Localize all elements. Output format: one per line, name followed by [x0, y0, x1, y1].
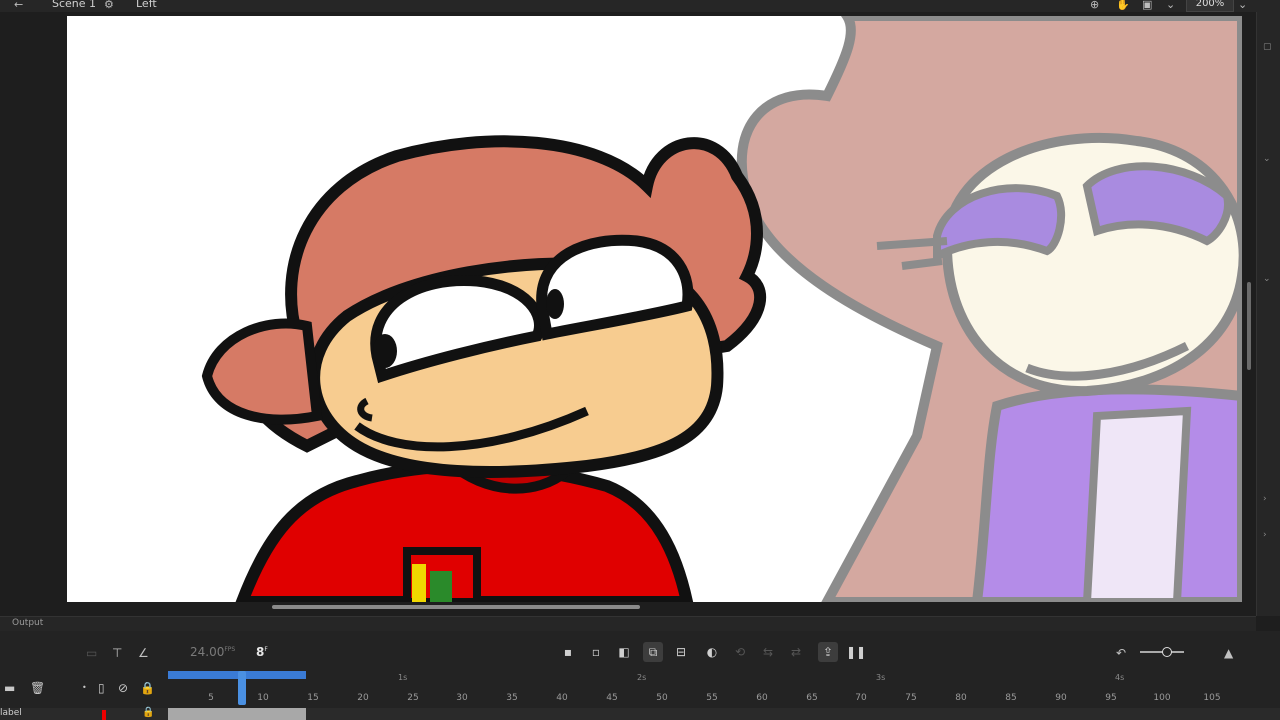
ruler-tick: 75 [905, 693, 917, 703]
properties-panel-collapsed: ▢ ⌄ ⌄ › › [1256, 12, 1280, 616]
layer-frames-span[interactable] [168, 708, 306, 720]
layer-lock-icon[interactable]: 🔒 [142, 707, 154, 718]
ruler-tick: 100 [1153, 693, 1171, 703]
ruler-tick: 55 [706, 693, 718, 703]
stage-canvas[interactable] [67, 16, 1242, 602]
fps-readout[interactable]: 24.00FPS [190, 645, 235, 659]
hand-tool-icon[interactable]: ✋ [1116, 0, 1130, 11]
frame-range-bar[interactable] [168, 671, 306, 679]
second-mark: 1s [398, 673, 408, 682]
clip-content-icon[interactable]: ▣ [1142, 0, 1152, 11]
edit-bar: ← Scene 1 ⚙ Left ⊕ ✋ ▣ ⌄ 200% ⌄ [0, 0, 1280, 12]
current-frame-readout[interactable]: 8F [256, 645, 268, 659]
timeline-zoom-knob[interactable] [1162, 647, 1172, 657]
back-arrow-icon[interactable]: ← [14, 0, 23, 11]
timeline-zoom-mountain-icon[interactable]: ▲ [1224, 646, 1233, 660]
output-panel-header[interactable]: Output [0, 616, 1256, 632]
ruler-tick: 70 [855, 693, 867, 703]
playhead[interactable] [238, 671, 246, 705]
left-character-badge-yellow [412, 564, 426, 602]
layer-name[interactable]: label [0, 708, 22, 718]
layer-row[interactable]: label 🔒 [0, 707, 1280, 720]
stage-vertical-scrollbar[interactable] [1247, 282, 1251, 370]
timeline-ruler[interactable]: 1s 2s 3s 4s 5 10 15 20 25 30 35 40 45 50… [168, 671, 1256, 705]
insert-keyframe-button[interactable]: ▪ [558, 642, 578, 662]
visibility-off-icon[interactable]: ⊘ [118, 681, 128, 695]
panel-chevron-icon[interactable]: ⌄ [1263, 154, 1271, 164]
panel-chevron-icon[interactable]: ⌄ [1263, 274, 1271, 284]
layer-color-swatch[interactable] [102, 710, 106, 720]
ruler-tick: 90 [1055, 693, 1067, 703]
edit-multiple-frames-button[interactable]: ⧉ [643, 642, 663, 662]
step-back-button[interactable]: ⇆ [758, 642, 778, 662]
graph-icon[interactable]: ∠ [138, 646, 149, 660]
symbol-breadcrumb[interactable]: Left [136, 0, 157, 10]
ruler-tick: 95 [1105, 693, 1117, 703]
fps-unit: FPS [224, 646, 236, 653]
pause-button[interactable]: ❚❚ [846, 642, 866, 662]
ruler-tick: 25 [407, 693, 419, 703]
left-character-ear [201, 318, 323, 425]
ruler-tick: 20 [357, 693, 369, 703]
zoom-dropdown-icon[interactable]: ⌄ [1238, 0, 1247, 11]
layer-parenting-icon[interactable]: ⊤ [112, 646, 122, 660]
right-character-shirt [1082, 406, 1192, 602]
camera-icon[interactable]: ▭ [86, 646, 97, 660]
insert-frame-button[interactable]: ◧ [614, 642, 634, 662]
left-character-pupil-left [373, 334, 397, 368]
panel-chevron-right-icon[interactable]: › [1263, 530, 1267, 540]
loop-button[interactable]: ⇪ [818, 642, 838, 662]
ruler-tick: 30 [456, 693, 468, 703]
new-folder-icon[interactable]: ▬ [4, 681, 15, 695]
chevron-down-icon[interactable]: ⌄ [1166, 0, 1175, 11]
panel-chevron-right-icon[interactable]: › [1263, 494, 1267, 504]
ruler-tick: 15 [307, 693, 319, 703]
ruler-tick: 105 [1203, 693, 1221, 703]
second-mark: 2s [637, 673, 647, 682]
stage-artwork [201, 16, 1242, 602]
ruler-tick: 80 [955, 693, 967, 703]
ruler-tick: 60 [756, 693, 768, 703]
ruler-tick: 50 [656, 693, 668, 703]
go-to-first-frame-button[interactable]: ⟲ [730, 642, 750, 662]
output-panel-title: Output [12, 618, 44, 628]
ruler-tick: 5 [208, 693, 214, 703]
ruler-tick: 65 [806, 693, 818, 703]
left-character-badge-green [430, 571, 452, 602]
ruler-tick: 35 [506, 693, 518, 703]
center-stage-icon[interactable]: ⊕ [1090, 0, 1099, 11]
tween-button[interactable]: ⊟ [671, 642, 691, 662]
second-mark: 3s [876, 673, 886, 682]
left-character-pupil-right [546, 289, 564, 319]
stage-horizontal-scrollbar[interactable] [272, 605, 640, 609]
ruler-tick: 45 [606, 693, 618, 703]
delete-layer-icon[interactable]: 🗑 [30, 681, 45, 695]
scene-breadcrumb[interactable]: Scene 1 [52, 0, 96, 10]
ruler-tick: 40 [556, 693, 568, 703]
symbol-icon: ⚙ [104, 0, 114, 11]
fps-value: 24.00 [190, 645, 225, 659]
layer-tools: ▬ 🗑 • ▯ ⊘ 🔒 [0, 677, 165, 703]
undo-zoom-icon[interactable]: ↶ [1116, 646, 1126, 660]
zoom-select[interactable]: 200% [1186, 0, 1234, 12]
frame-unit: F [264, 646, 268, 653]
step-forward-button[interactable]: ⇄ [786, 642, 806, 662]
highlight-dot-icon[interactable]: • [82, 683, 87, 692]
onion-skin-button[interactable]: ◐ [702, 642, 722, 662]
second-mark: 4s [1115, 673, 1125, 682]
insert-blank-keyframe-button[interactable]: ▫ [586, 642, 606, 662]
timeline-panel: ▭ ⊤ ∠ 24.00FPS 8F ▪ ▫ ◧ ⧉ ⊟ ◐ ⟲ ⇆ ⇄ ⇪ ❚❚… [0, 631, 1280, 720]
ruler-tick: 85 [1005, 693, 1017, 703]
ruler-tick: 10 [257, 693, 269, 703]
lock-icon[interactable]: 🔒 [140, 681, 155, 695]
outline-icon[interactable]: ▯ [98, 681, 105, 695]
panel-expand-icon[interactable]: ▢ [1263, 42, 1272, 52]
